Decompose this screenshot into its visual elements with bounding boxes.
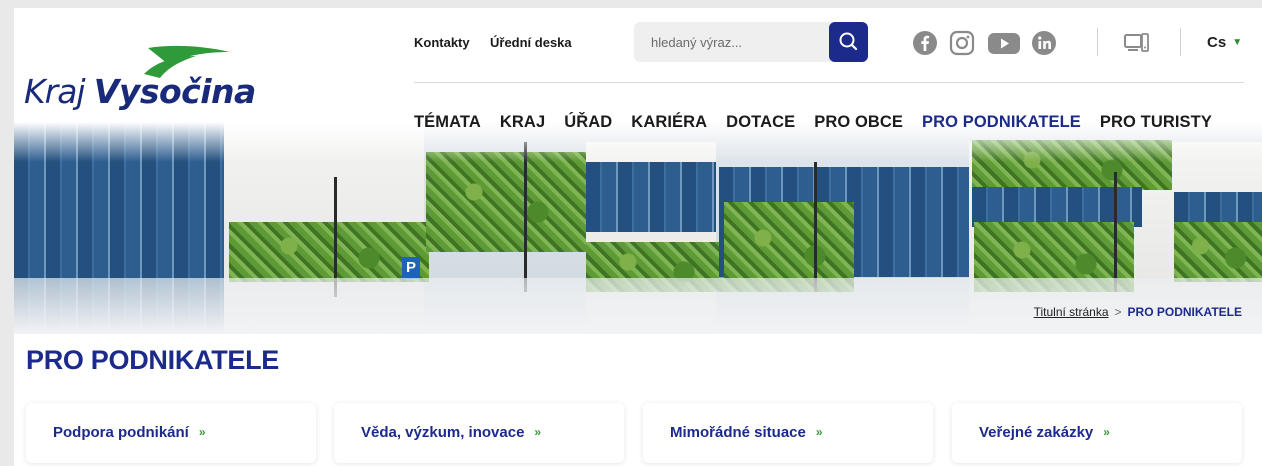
search-button[interactable] bbox=[829, 22, 868, 62]
card-label: Věda, výzkum, inovace bbox=[361, 424, 525, 441]
card-mimoradne-situace[interactable]: Mimořádné situace » bbox=[643, 403, 933, 463]
logo-text-bold: Vysočina bbox=[93, 72, 257, 111]
breadcrumb-separator: > bbox=[1114, 305, 1122, 319]
page-title: PRO PODNIKATELE bbox=[26, 345, 280, 375]
nav-item-kariera[interactable]: KARIÉRA bbox=[631, 113, 707, 133]
hero-banner-image: P bbox=[14, 122, 1262, 334]
nav-item-pro-turisty[interactable]: PRO TURISTY bbox=[1100, 113, 1212, 133]
card-label: Mimořádné situace bbox=[670, 424, 806, 441]
chevron-right-icon: » bbox=[198, 425, 206, 439]
logo-text-light: Kraj bbox=[24, 72, 86, 111]
nav-item-pro-podnikatele[interactable]: PRO PODNIKATELE bbox=[922, 113, 1081, 133]
breadcrumb-current: PRO PODNIKATELE bbox=[1127, 305, 1242, 319]
divider bbox=[1097, 28, 1098, 56]
chevron-right-icon: » bbox=[1103, 425, 1110, 439]
main-navigation: TÉMATA KRAJ ÚŘAD KARIÉRA DOTACE PRO OBCE… bbox=[414, 113, 1231, 133]
card-veda-vyzkum-inovace[interactable]: Věda, výzkum, inovace » bbox=[334, 403, 624, 463]
card-podpora-podnikani[interactable]: Podpora podnikání » bbox=[26, 403, 316, 463]
chevron-right-icon: » bbox=[815, 425, 823, 439]
nav-item-dotace[interactable]: DOTACE bbox=[726, 113, 795, 133]
nav-item-pro-obce[interactable]: PRO OBCE bbox=[814, 113, 903, 133]
nav-item-urad[interactable]: ÚŘAD bbox=[564, 113, 612, 133]
search-icon bbox=[839, 32, 858, 51]
chevron-right-icon: » bbox=[534, 425, 542, 439]
nav-item-kraj[interactable]: KRAJ bbox=[500, 113, 545, 133]
language-selector[interactable]: Cs ▼ bbox=[1207, 34, 1242, 51]
divider bbox=[1180, 28, 1181, 56]
nav-item-temata[interactable]: TÉMATA bbox=[414, 113, 481, 133]
language-label: Cs bbox=[1207, 34, 1227, 51]
card-verejne-zakazky[interactable]: Veřejné zakázky » bbox=[952, 403, 1242, 463]
facebook-icon[interactable] bbox=[911, 29, 939, 57]
card-label: Veřejné zakázky bbox=[979, 424, 1094, 441]
accessibility-computer-icon[interactable] bbox=[1122, 29, 1150, 57]
category-cards: Podpora podnikání » Věda, výzkum, inovace… bbox=[26, 403, 1242, 463]
breadcrumb-home-link[interactable]: Titulní stránka bbox=[1034, 305, 1109, 319]
page-frame: P Kraj Vysočina Kontakty Úřední deska hl… bbox=[14, 8, 1262, 466]
kraj-vysocina-logo[interactable]: Kraj Vysočina bbox=[24, 44, 256, 114]
card-label: Podpora podnikání bbox=[53, 424, 189, 441]
search-input[interactable] bbox=[634, 22, 828, 62]
instagram-icon[interactable] bbox=[948, 29, 976, 57]
breadcrumb: Titulní stránka > PRO PODNIKATELE bbox=[1034, 305, 1242, 319]
search-box bbox=[634, 22, 868, 62]
header-divider bbox=[414, 82, 1244, 83]
link-kontakty[interactable]: Kontakty bbox=[414, 35, 470, 50]
youtube-icon[interactable] bbox=[987, 29, 1021, 57]
linkedin-icon[interactable] bbox=[1030, 29, 1058, 57]
link-uredni-deska[interactable]: Úřední deska bbox=[490, 35, 572, 50]
chevron-down-icon: ▼ bbox=[1232, 37, 1243, 48]
